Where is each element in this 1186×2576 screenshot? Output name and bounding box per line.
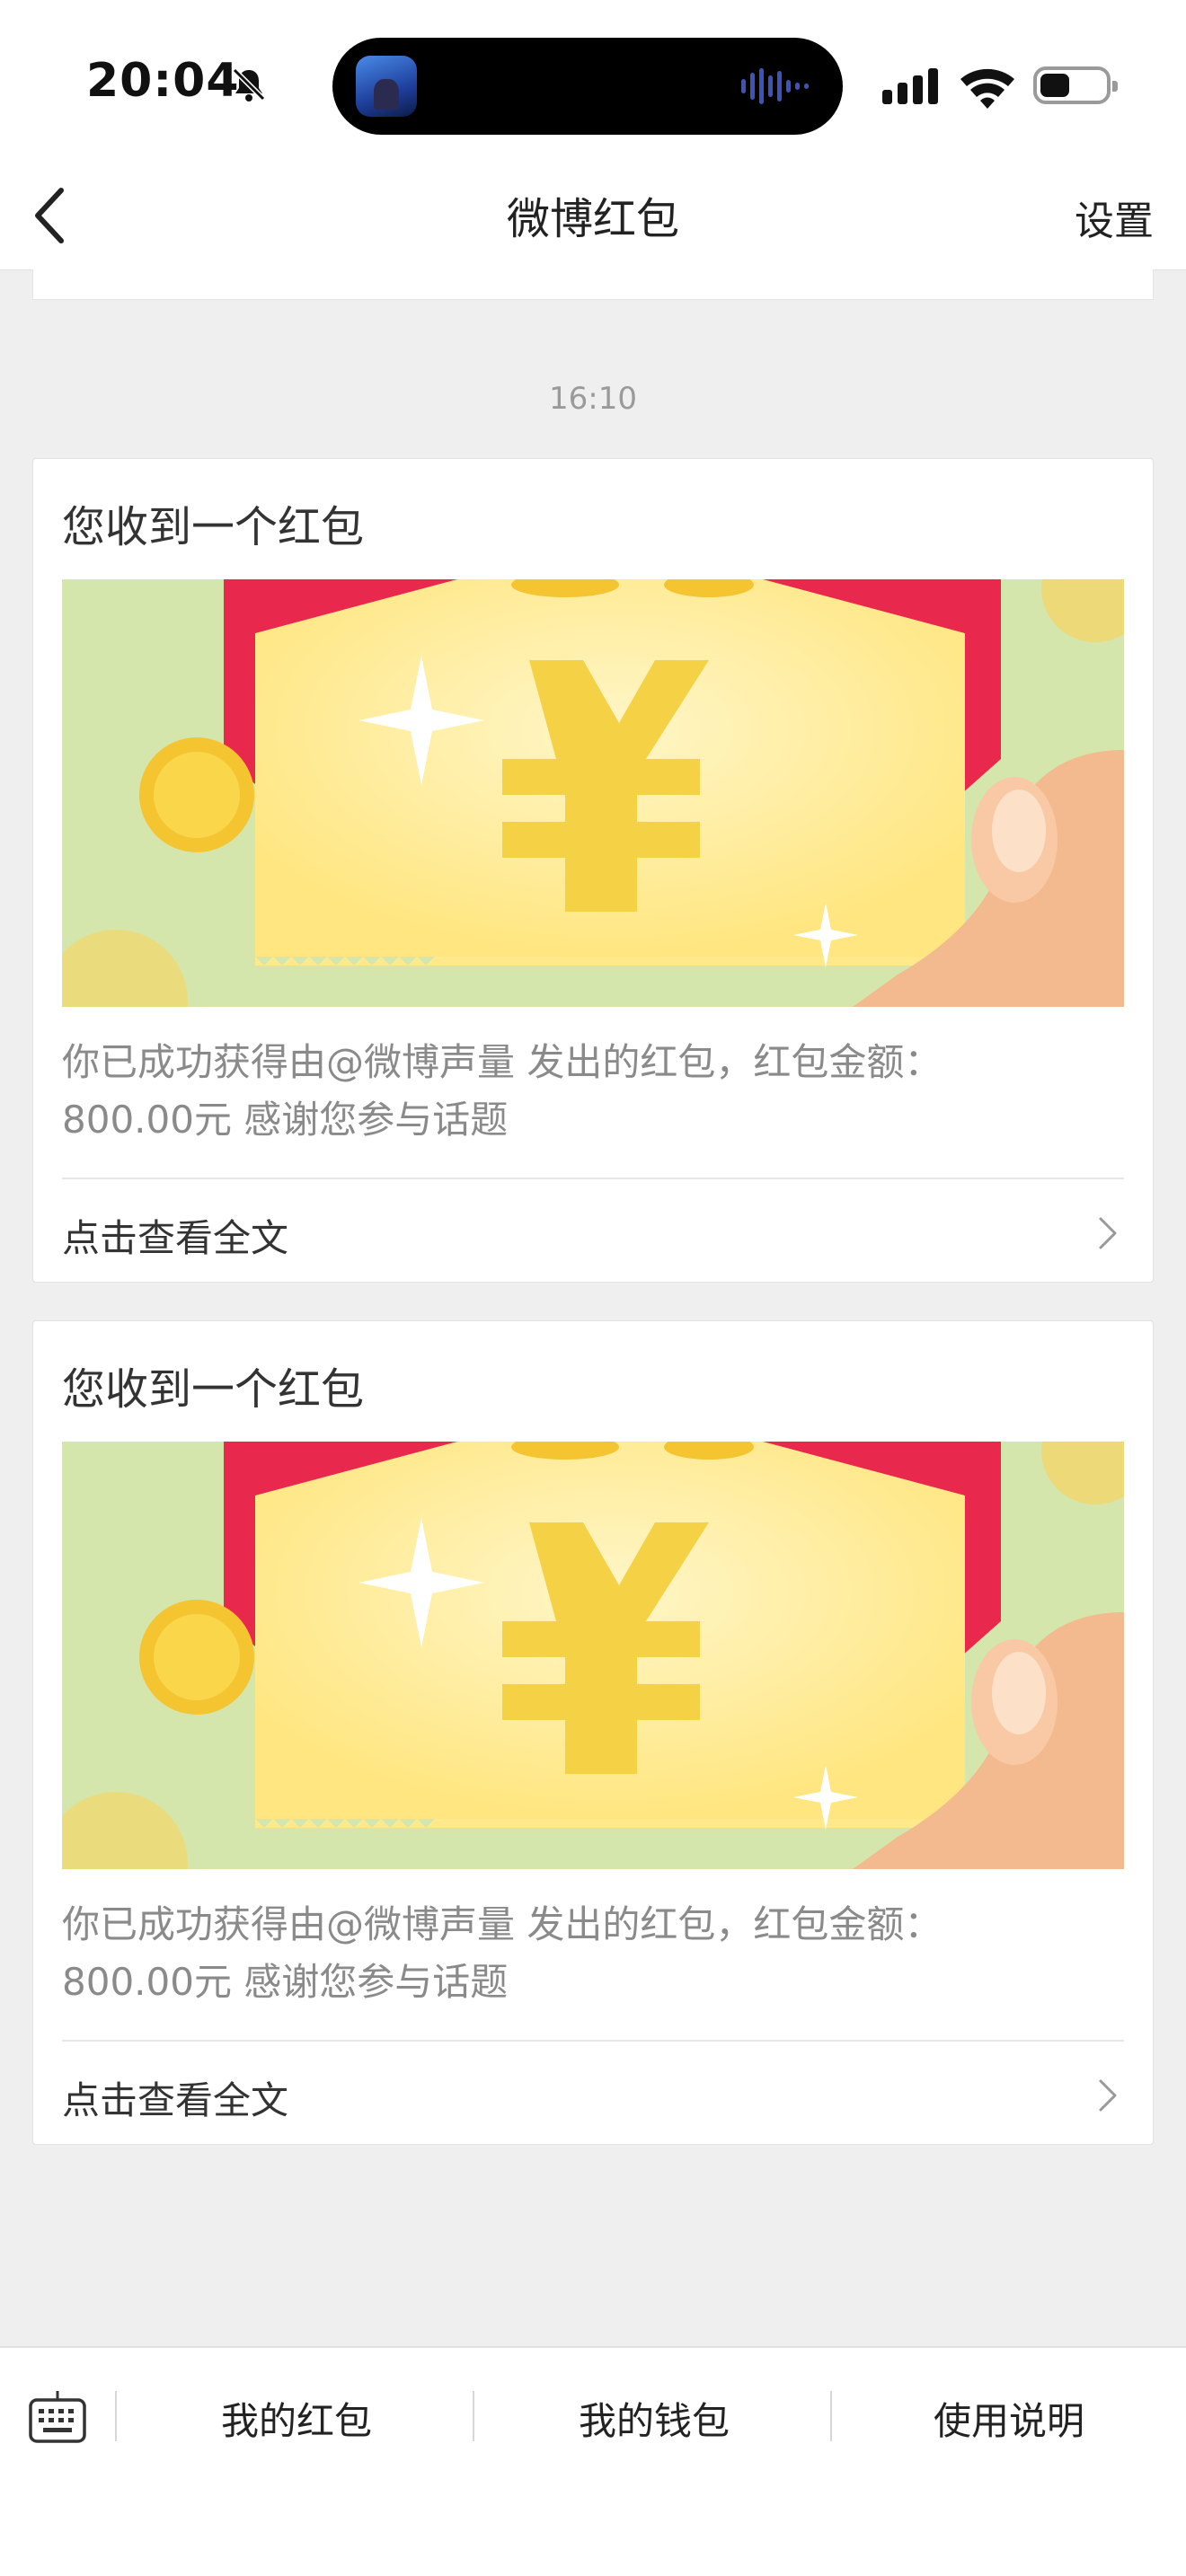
previous-message-card [32, 269, 1154, 300]
audio-wave-icon [741, 68, 809, 104]
red-packet-banner-image [62, 579, 1124, 1007]
status-time: 20:04 [86, 54, 240, 108]
card-body-line2: 800.00元 感谢您参与话题 [62, 1098, 509, 1142]
view-full-text-link[interactable]: 点击查看全文 [62, 2070, 288, 2125]
card-body-line1: 你已成功获得由@微博声量 发出的红包，红包金额： [62, 1040, 943, 1084]
card-body: 你已成功获得由@微博声量 发出的红包，红包金额： 800.00元 感谢您参与话题 [62, 1896, 1095, 2011]
card-title: 您收到一个红包 [62, 1364, 365, 1415]
my-red-packets-tab[interactable]: 我的红包 [117, 2391, 476, 2446]
card-body-line1: 你已成功获得由@微博声量 发出的红包，红包金额： [62, 1902, 943, 1946]
red-packet-card[interactable]: 您收到一个红包 你已成功获得由@微博声量 发出的红包，红包金额： 800.00元… [32, 1320, 1154, 2145]
red-packet-card[interactable]: 您收到一个红包 你已成功获得由@微博声量 发出的红包，红包金额： 800.00元… [32, 458, 1154, 1283]
card-divider [62, 1178, 1124, 1179]
chevron-right-icon[interactable] [1095, 1213, 1120, 1253]
bell-slash-icon [232, 67, 266, 101]
bottom-menu-bar: 我的红包 我的钱包 使用说明 [0, 2346, 1186, 2576]
my-wallet-tab[interactable]: 我的钱包 [474, 2391, 834, 2446]
chevron-right-icon[interactable] [1095, 2076, 1120, 2115]
card-body: 你已成功获得由@微博声量 发出的红包，红包金额： 800.00元 感谢您参与话题 [62, 1034, 1095, 1149]
now-playing-app-icon [356, 56, 417, 117]
usage-instructions-tab[interactable]: 使用说明 [832, 2391, 1186, 2446]
battery-icon [1033, 66, 1118, 104]
dynamic-island [332, 38, 843, 135]
wifi-icon [960, 68, 1014, 109]
message-timestamp: 16:10 [549, 381, 637, 417]
status-bar: 20:04 [0, 0, 1186, 162]
card-divider [62, 2040, 1124, 2042]
page-title: 微博红包 [506, 194, 679, 244]
keyboard-icon[interactable] [27, 2387, 88, 2448]
cellular-signal-icon [882, 68, 938, 104]
nav-bar: 微博红包 设置 [0, 162, 1186, 270]
view-full-text-link[interactable]: 点击查看全文 [62, 1208, 288, 1263]
card-title: 您收到一个红包 [62, 502, 365, 552]
card-body-line2: 800.00元 感谢您参与话题 [62, 1960, 509, 2004]
red-packet-banner-image [62, 1442, 1124, 1869]
settings-button[interactable]: 设置 [1075, 189, 1154, 246]
